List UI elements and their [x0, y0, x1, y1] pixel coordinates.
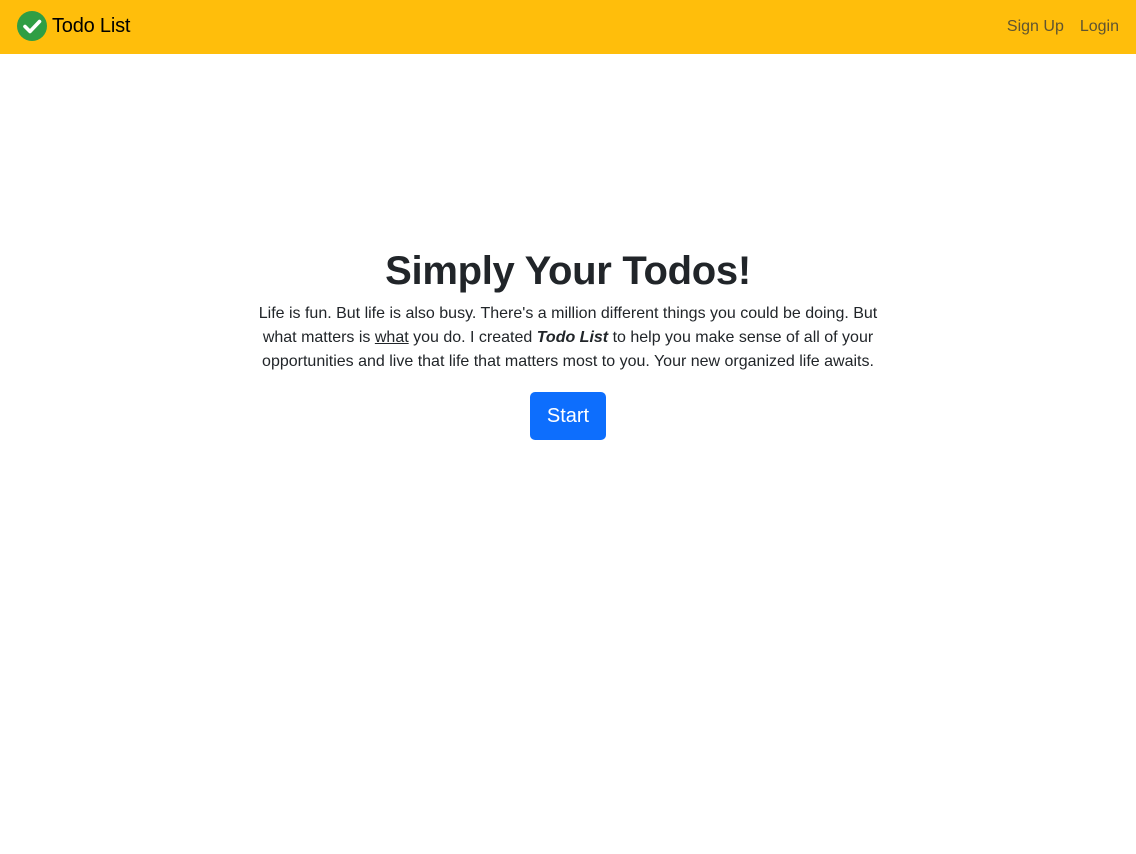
start-button[interactable]: Start — [530, 392, 606, 440]
check-circle-icon — [17, 11, 47, 41]
brand-link[interactable]: Todo List — [17, 11, 130, 41]
nav-links: Sign Up Login — [991, 0, 1119, 54]
hero-text-part-2: you do. I created — [408, 329, 537, 346]
hero-title: Simply Your Todos! — [385, 249, 751, 293]
brand-name: Todo List — [52, 15, 131, 37]
sign-up-link[interactable]: Sign Up — [1007, 18, 1064, 36]
hero-app-name: Todo List — [536, 329, 609, 346]
hero-description: Life is fun. But life is also busy. Ther… — [243, 302, 893, 374]
hero-section: Simply Your Todos! Life is fun. But life… — [0, 246, 1136, 440]
hero-emphasis-word: what — [374, 329, 409, 346]
top-navbar: Todo List Sign Up Login — [0, 0, 1136, 54]
login-link[interactable]: Login — [1080, 18, 1119, 36]
